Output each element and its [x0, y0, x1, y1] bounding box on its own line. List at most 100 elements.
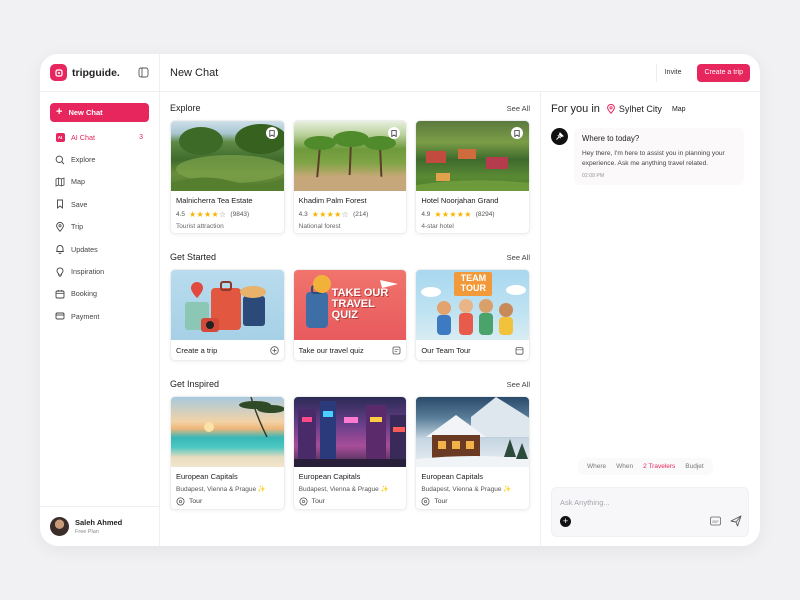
sidebar-item-updates[interactable]: Updates [50, 238, 149, 260]
section-title: Get Started [170, 252, 217, 262]
pin-icon [56, 221, 64, 232]
avatar [50, 517, 69, 536]
quiz-icon[interactable] [392, 346, 401, 355]
review-count: (9843) [230, 211, 250, 218]
place-card[interactable]: Malnicherra Tea Estate 4.5 ★★★★☆ (9843) … [170, 120, 285, 234]
explore-section-header: Explore See All [170, 102, 530, 114]
sidebar-item-trip[interactable]: Trip [50, 216, 149, 238]
ai-chat-count-badge: 3 [139, 133, 143, 141]
page-title: New Chat [170, 66, 219, 79]
send-icon[interactable] [730, 515, 742, 527]
team-tour-card[interactable]: TEAM TOUR Our Team Tour [415, 269, 531, 361]
chat-composer: + GIF [551, 487, 749, 537]
bookmark-icon[interactable] [265, 127, 278, 139]
new-chat-label: New Chat [68, 108, 103, 117]
user-name: Saleh Ahmed [75, 518, 123, 527]
place-image [171, 121, 284, 191]
create-trip-button[interactable]: Create a trip [697, 63, 750, 82]
see-all-link[interactable]: See All [507, 104, 530, 113]
brand: tripguide. [40, 54, 159, 92]
beach-image [171, 397, 284, 467]
ai-icon: AI [55, 132, 65, 142]
plus-circle-icon[interactable] [269, 345, 279, 355]
message-bubble: Where to today? Hey there, I'm here to a… [574, 128, 744, 185]
star-rating-icon: ★★★★☆ [189, 210, 227, 219]
chip-where[interactable]: Where [582, 458, 611, 475]
review-count: (8294) [475, 211, 495, 218]
snow-cabin-image [416, 397, 530, 467]
trip-filter-chips: Where When 2 Travelers Budjet [578, 458, 713, 475]
ask-input[interactable] [560, 495, 720, 509]
card-label: Take our travel quiz [298, 345, 364, 355]
chip-travelers[interactable]: 2 Travelers [638, 458, 680, 475]
place-type: Tourist attraction [176, 223, 224, 230]
chat-panel: For you in Sylhet City Map Where to toda… [541, 92, 760, 546]
inspiration-subtitle: Budapest, Vienna & Prague ✨ [421, 486, 512, 493]
inspiration-title: European Capitals [298, 472, 361, 481]
inspiration-subtitle: Budapest, Vienna & Prague ✨ [298, 486, 389, 493]
pin-icon [421, 497, 430, 506]
get-started-section-header: Get Started See All [170, 251, 530, 263]
map-link[interactable]: Map [672, 106, 686, 113]
invite-button[interactable]: Invite [655, 63, 690, 82]
sidebar-item-booking[interactable]: Booking [50, 283, 149, 305]
sidebar-item-ai-chat[interactable]: AI AI Chat 3 [50, 126, 149, 148]
place-type: 4-star hotel [421, 223, 454, 230]
chip-budget[interactable]: Budjet [680, 458, 708, 475]
sidebar-item-label: Payment [71, 311, 100, 321]
brand-name: tripguide. [72, 66, 120, 79]
sidebar-item-inspiration[interactable]: Inspiration [50, 260, 149, 282]
bookmark-icon[interactable] [511, 127, 524, 139]
review-count: (214) [353, 211, 369, 218]
place-image [416, 121, 530, 191]
chip-when[interactable]: When [611, 458, 638, 475]
see-all-link[interactable]: See All [507, 253, 530, 262]
add-attachment-icon[interactable]: + [560, 516, 571, 527]
sidebar-toggle-icon[interactable] [138, 67, 149, 78]
calendar-icon [55, 289, 65, 299]
inspiration-card[interactable]: European Capitals Budapest, Vienna & Pra… [292, 396, 408, 510]
brand-logo-icon[interactable] [50, 64, 67, 81]
section-title: Get Inspired [170, 379, 220, 389]
city-selector[interactable]: Sylhet City [619, 104, 662, 114]
for-you-header: For you in Sylhet City Map [551, 102, 750, 116]
plus-icon: + [56, 106, 63, 118]
inspiration-subtitle: Budapest, Vienna & Prague ✨ [176, 486, 267, 493]
inspiration-card[interactable]: European Capitals Budapest, Vienna & Pra… [415, 396, 531, 510]
sidebar-item-payment[interactable]: Payment [50, 305, 149, 327]
content-feed: Explore See All Malnicherra Tea Estate 4… [160, 92, 541, 546]
create-trip-card[interactable]: Create a trip [170, 269, 285, 361]
place-card[interactable]: Hotel Noorjahan Grand 4.9 ★★★★★ (8294) 4… [415, 120, 531, 234]
top-bar: New Chat Invite Create a trip [160, 54, 760, 92]
travel-quiz-card[interactable]: TAKE OUR TRAVEL QUIZ Take our travel qui… [292, 269, 408, 361]
message-text: Hey there, I'm here to assist you in pla… [582, 150, 725, 167]
place-card[interactable]: Khadim Palm Forest 4.3 ★★★★☆ (214) Natio… [292, 120, 408, 234]
sidebar-item-label: Inspiration [71, 267, 105, 277]
see-all-link[interactable]: See All [507, 380, 530, 389]
sidebar-item-explore[interactable]: Explore [50, 148, 149, 170]
inspiration-title: European Capitals [421, 472, 484, 481]
card-icon [55, 312, 65, 320]
inspiration-card[interactable]: European Capitals Budapest, Vienna & Pra… [170, 396, 285, 510]
sidebar-item-map[interactable]: Map [50, 171, 149, 193]
sidebar-item-label: Explore [71, 155, 96, 165]
place-title: Hotel Noorjahan Grand [421, 196, 499, 205]
user-profile[interactable]: Saleh Ahmed Free Plan [40, 506, 160, 546]
message-time: 02:08 PM [582, 172, 605, 179]
place-type: National forest [298, 223, 341, 230]
map-icon [55, 177, 65, 187]
main-area: New Chat Invite Create a trip Explore Se… [160, 54, 760, 546]
sidebar-item-save[interactable]: Save [50, 193, 149, 215]
search-icon [55, 155, 65, 164]
assistant-message: Where to today? Hey there, I'm here to a… [551, 128, 750, 185]
inspiration-title: European Capitals [176, 472, 238, 481]
explore-cards: Malnicherra Tea Estate 4.5 ★★★★☆ (9843) … [170, 120, 531, 234]
card-label: Create a trip [176, 345, 218, 355]
rating-value: 4.5 [176, 211, 186, 218]
calendar-icon[interactable] [515, 346, 524, 355]
tour-tag: Tour [311, 498, 325, 505]
sidebar: tripguide. + New Chat AI AI Chat 3 Explo… [40, 54, 160, 546]
new-chat-button[interactable]: + New Chat [50, 103, 149, 122]
gif-icon[interactable]: GIF [710, 516, 721, 526]
travel-quiz-illustration: TAKE OUR TRAVEL QUIZ [293, 270, 407, 340]
